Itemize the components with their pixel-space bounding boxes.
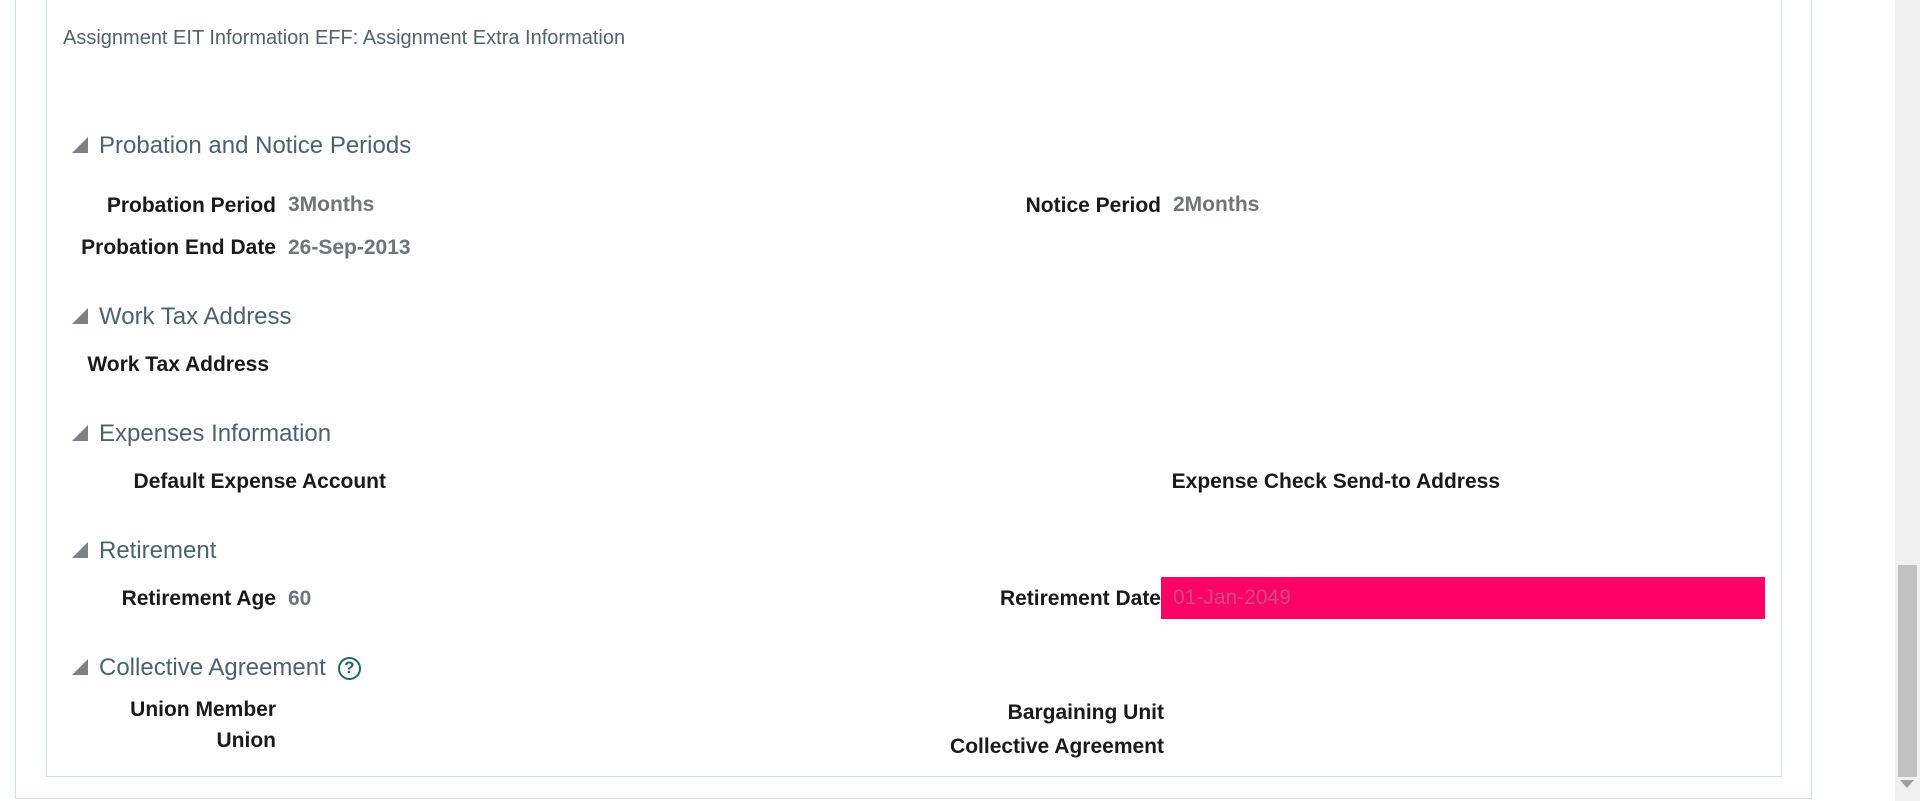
union-label: Union <box>216 729 276 752</box>
collapse-triangle-icon[interactable] <box>72 137 88 153</box>
collapse-triangle-icon[interactable] <box>72 542 88 558</box>
retirement-date-text: 01-Jan-2049 <box>1173 586 1291 609</box>
section-title-retirement: Retirement <box>99 537 217 564</box>
collapse-triangle-icon[interactable] <box>72 425 88 441</box>
scrollbar-thumb[interactable] <box>1898 565 1917 777</box>
work-tax-address-label: Work Tax Address <box>87 353 269 376</box>
section-header-expenses[interactable]: Expenses Information <box>72 420 331 448</box>
scroll-down-arrow-icon[interactable] <box>1900 780 1914 788</box>
retirement-age-value: 60 <box>288 587 312 610</box>
page: Assignment EIT Information EFF: Assignme… <box>0 0 1920 801</box>
section-header-collective[interactable]: Collective Agreement ? <box>72 654 361 682</box>
notice-period-value: 2Months <box>1173 193 1260 216</box>
collapse-triangle-icon[interactable] <box>72 659 88 675</box>
collapse-triangle-icon[interactable] <box>72 308 88 324</box>
probation-period-label: Probation Period <box>106 194 276 217</box>
section-header-work-tax[interactable]: Work Tax Address <box>72 303 292 331</box>
notice-period-label: Notice Period <box>1025 194 1161 217</box>
bargaining-unit-label: Bargaining Unit <box>1007 701 1164 724</box>
default-expense-account-label: Default Expense Account <box>133 470 386 493</box>
probation-end-date-label: Probation End Date <box>81 236 276 259</box>
retirement-age-label: Retirement Age <box>121 587 276 610</box>
expense-check-address-label: Expense Check Send-to Address <box>1171 470 1500 493</box>
section-title-expenses: Expenses Information <box>99 420 332 447</box>
section-title-collective: Collective Agreement <box>99 654 326 681</box>
section-header-retirement[interactable]: Retirement <box>72 537 216 565</box>
retirement-date-label: Retirement Date <box>999 587 1161 610</box>
probation-end-date-value: 26-Sep-2013 <box>288 236 411 259</box>
help-question-icon[interactable]: ? <box>337 656 361 680</box>
retirement-date-value: 01-Jan-2049 <box>1161 577 1765 619</box>
section-title-work-tax: Work Tax Address <box>99 303 292 330</box>
eff-title: Assignment EIT Information EFF: Assignme… <box>63 27 626 49</box>
union-member-label: Union Member <box>130 698 276 721</box>
collective-agreement-label: Collective Agreement <box>950 735 1164 758</box>
probation-period-value: 3Months <box>288 193 375 216</box>
section-title-probation: Probation and Notice Periods <box>99 132 412 159</box>
section-header-probation[interactable]: Probation and Notice Periods <box>72 132 411 160</box>
